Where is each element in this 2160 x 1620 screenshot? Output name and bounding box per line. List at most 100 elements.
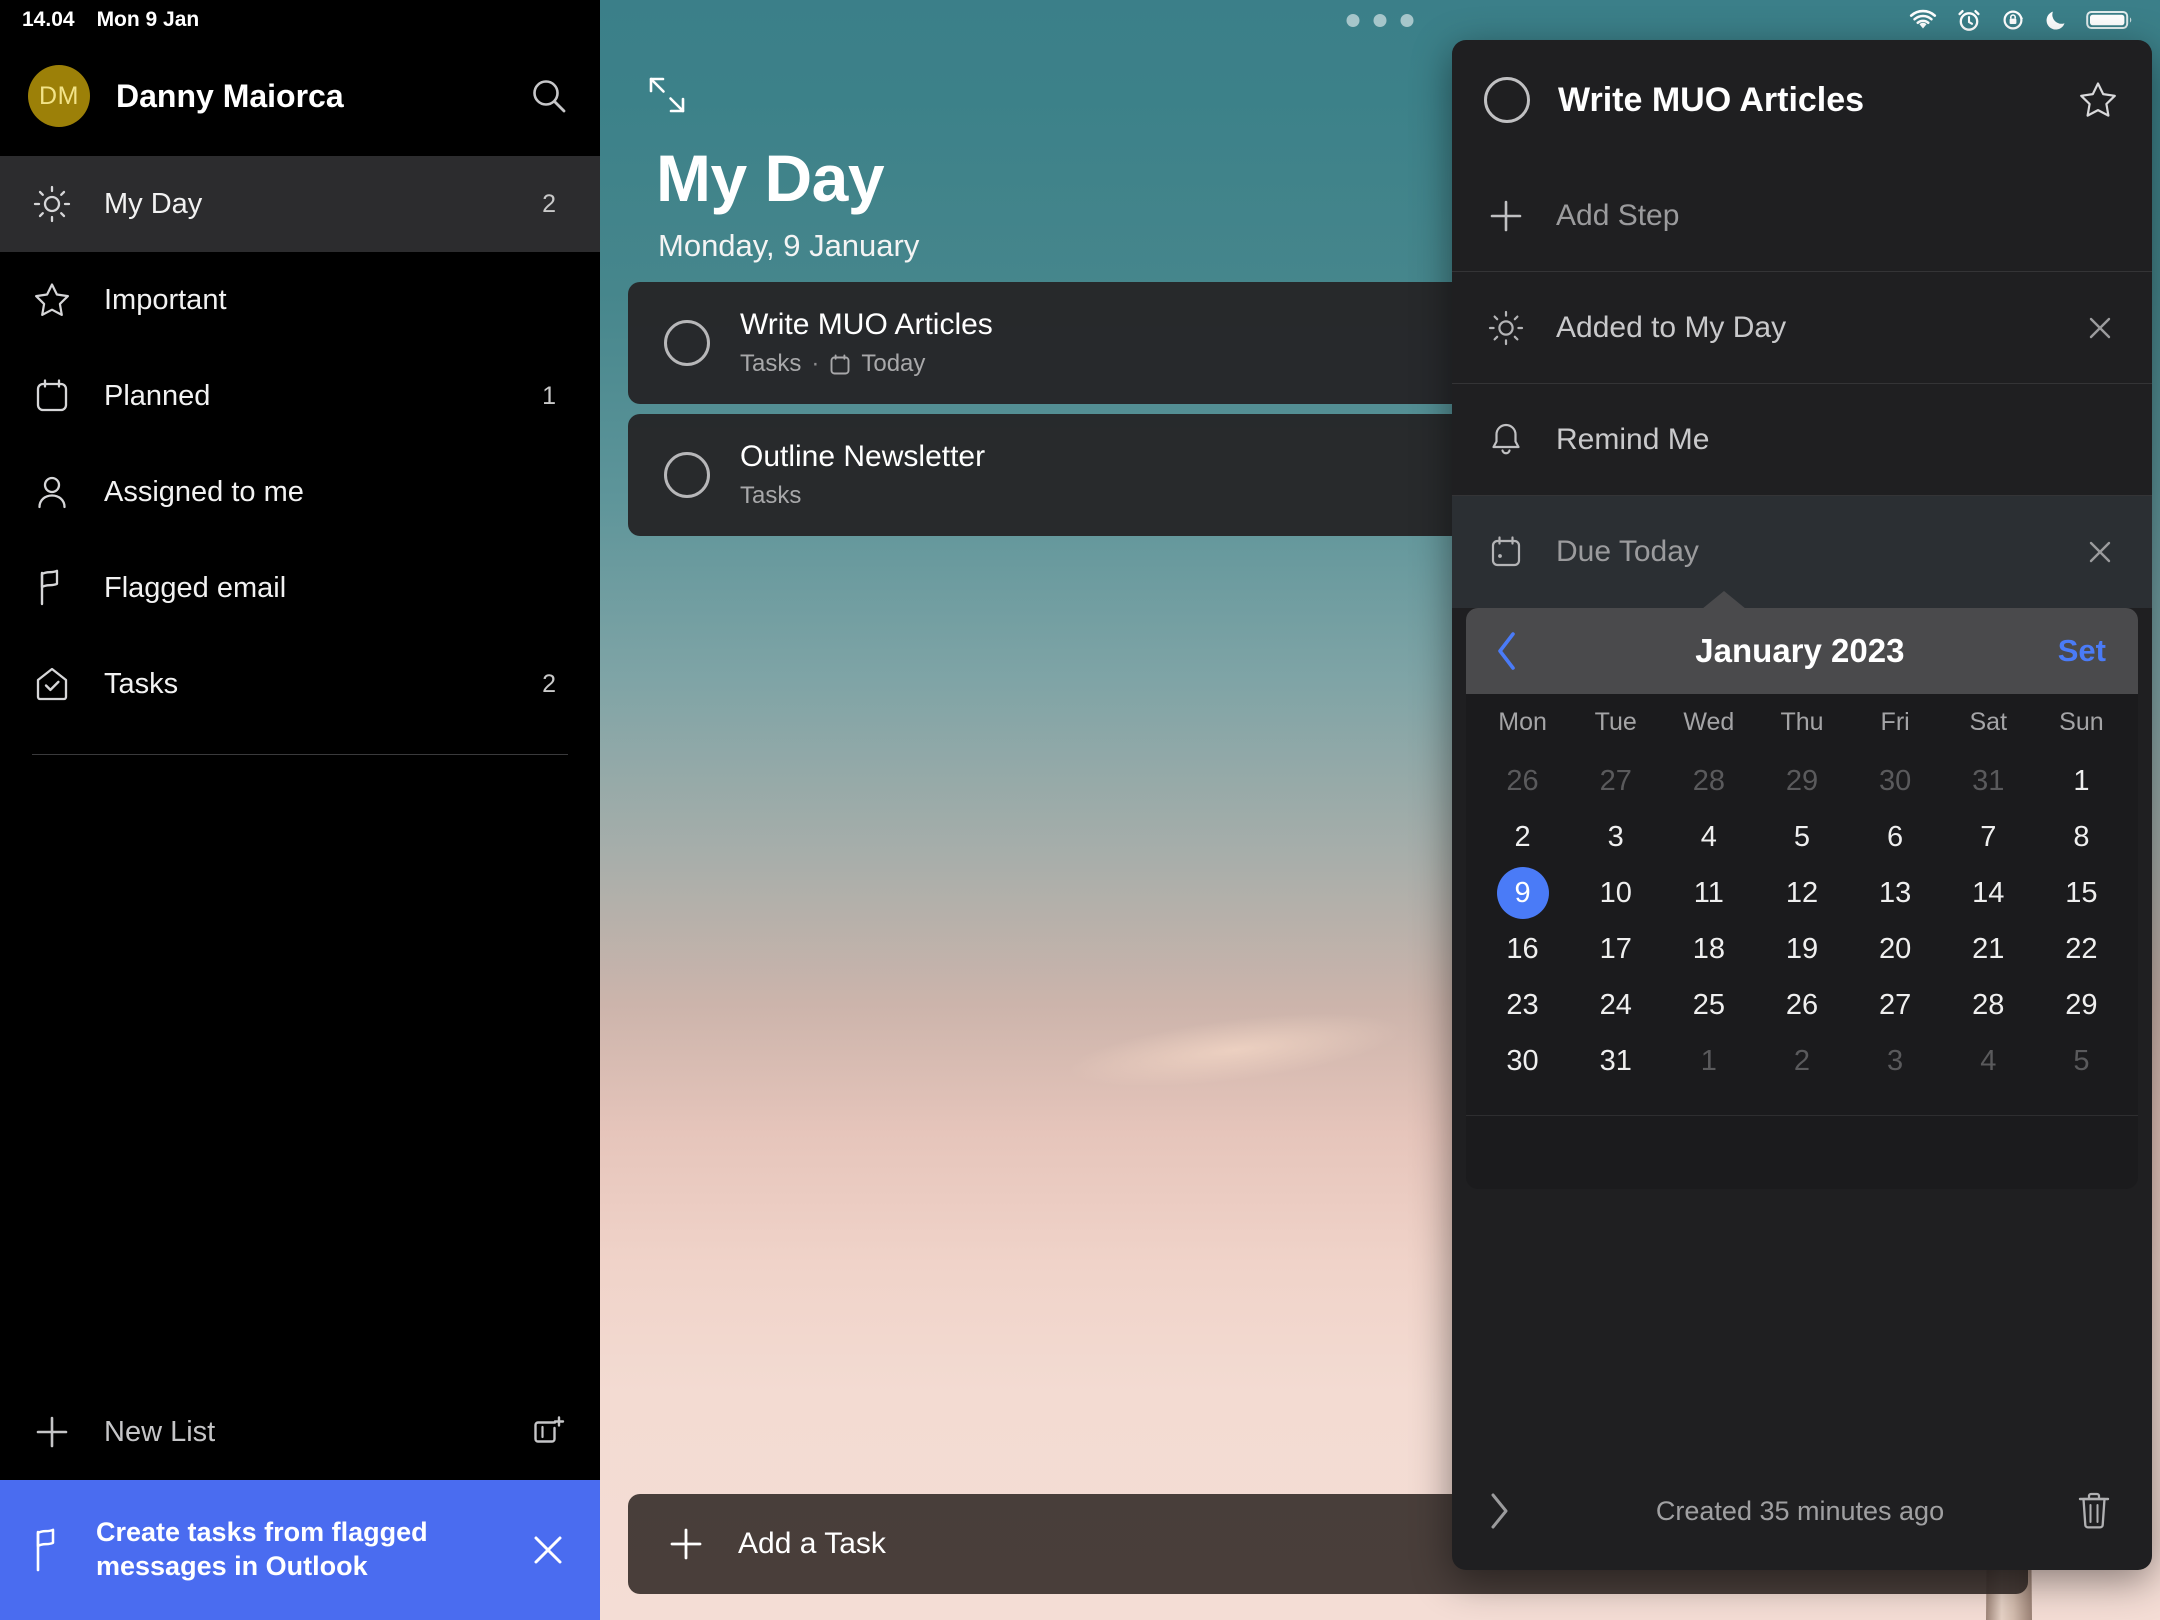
circle-unchecked-icon[interactable] bbox=[1484, 77, 1530, 123]
calendar-day[interactable]: 2 bbox=[1476, 809, 1569, 865]
sidebar-item-flagged-email[interactable]: Flagged email bbox=[0, 540, 600, 636]
calendar-day[interactable]: 11 bbox=[1662, 865, 1755, 921]
calendar-day[interactable]: 31 bbox=[1942, 753, 2035, 809]
calendar-set-button[interactable]: Set bbox=[2058, 633, 2112, 669]
calendar-day[interactable]: 27 bbox=[1849, 977, 1942, 1033]
calendar-day-label: 6 bbox=[1887, 820, 1904, 853]
circle-unchecked-icon[interactable] bbox=[664, 320, 710, 366]
detail-task-title[interactable]: Write MUO Articles bbox=[1558, 81, 2048, 120]
calendar-day[interactable]: 18 bbox=[1662, 921, 1755, 977]
star-outline-icon[interactable] bbox=[2076, 78, 2120, 122]
bell-icon bbox=[1484, 418, 1528, 462]
calendar-day[interactable]: 30 bbox=[1476, 1033, 1569, 1089]
expand-arrows-icon[interactable] bbox=[644, 72, 690, 118]
due-date-row[interactable]: Due Today bbox=[1452, 496, 2152, 608]
calendar-icon bbox=[30, 374, 74, 418]
sidebar-item-my-day[interactable]: My Day 2 bbox=[0, 156, 600, 252]
close-icon[interactable] bbox=[522, 1524, 574, 1576]
chevron-left-icon[interactable] bbox=[1492, 628, 1542, 674]
calendar-day-label: 25 bbox=[1692, 988, 1725, 1021]
sidebar-item-planned[interactable]: Planned 1 bbox=[0, 348, 600, 444]
search-icon[interactable] bbox=[526, 73, 572, 119]
sidebar-nav: My Day 2 Important Planned 1 Assigned to… bbox=[0, 156, 600, 732]
remind-me-row[interactable]: Remind Me bbox=[1452, 384, 2152, 496]
calendar-day[interactable]: 28 bbox=[1662, 753, 1755, 809]
calendar-day[interactable]: 3 bbox=[1849, 1033, 1942, 1089]
added-to-my-day-row[interactable]: Added to My Day bbox=[1452, 272, 2152, 384]
calendar-day[interactable]: 7 bbox=[1942, 809, 2035, 865]
calendar-day[interactable]: 6 bbox=[1849, 809, 1942, 865]
new-list-button[interactable]: New List bbox=[0, 1384, 600, 1480]
detail-footer: Created 35 minutes ago bbox=[1452, 1452, 2152, 1570]
calendar-day[interactable]: 16 bbox=[1476, 921, 1569, 977]
sidebar-item-tasks[interactable]: Tasks 2 bbox=[0, 636, 600, 732]
calendar-day[interactable]: 5 bbox=[1755, 809, 1848, 865]
house-check-icon bbox=[30, 662, 74, 706]
calendar-day-label: 30 bbox=[1878, 764, 1912, 797]
calendar-day[interactable]: 23 bbox=[1476, 977, 1569, 1033]
calendar-day-label: 5 bbox=[1793, 820, 1811, 853]
account-header[interactable]: DM Danny Maiorca bbox=[0, 40, 600, 152]
sidebar-item-assigned-to-me[interactable]: Assigned to me bbox=[0, 444, 600, 540]
calendar-day-label: 4 bbox=[1980, 1044, 1997, 1077]
calendar-day-label: 11 bbox=[1693, 876, 1724, 909]
promo-line1: Create tasks from flagged bbox=[96, 1517, 428, 1548]
calendar-day[interactable]: 26 bbox=[1476, 753, 1569, 809]
calendar-day[interactable]: 24 bbox=[1569, 977, 1662, 1033]
outlook-flagged-promo-banner[interactable]: Create tasks from flagged messages in Ou… bbox=[0, 1480, 600, 1620]
close-icon[interactable] bbox=[2080, 532, 2120, 572]
calendar-day[interactable]: 30 bbox=[1849, 753, 1942, 809]
sidebar-item-label: My Day bbox=[104, 187, 203, 220]
page-subtitle: Monday, 9 January bbox=[658, 228, 920, 263]
calendar-day[interactable]: 14 bbox=[1942, 865, 2035, 921]
account-name: Danny Maiorca bbox=[116, 77, 344, 114]
trash-icon[interactable] bbox=[2070, 1489, 2118, 1533]
wifi-icon bbox=[1908, 8, 1938, 32]
circle-unchecked-icon[interactable] bbox=[664, 452, 710, 498]
calendar-day[interactable]: 4 bbox=[1662, 809, 1755, 865]
sidebar-item-label: Planned bbox=[104, 379, 211, 412]
calendar-day[interactable]: 1 bbox=[2035, 753, 2128, 809]
calendar-day[interactable]: 3 bbox=[1569, 809, 1662, 865]
calendar-day-selected[interactable]: 9 bbox=[1476, 865, 1569, 921]
calendar-day[interactable]: 28 bbox=[1942, 977, 2035, 1033]
calendar-day-label: 24 bbox=[1599, 988, 1632, 1021]
add-step-row[interactable]: Add Step bbox=[1452, 160, 2152, 272]
calendar-day[interactable]: 26 bbox=[1755, 977, 1848, 1033]
day-header: Sun bbox=[2059, 708, 2104, 736]
calendar-day[interactable]: 5 bbox=[2035, 1033, 2128, 1089]
calendar-day-label: 28 bbox=[1972, 988, 2005, 1021]
multitasking-dots[interactable] bbox=[1346, 14, 1414, 27]
calendar-day-headers: Mon Tue Wed Thu Fri Sat Sun bbox=[1466, 694, 2138, 747]
calendar-footer-space bbox=[1466, 1115, 2138, 1189]
avatar[interactable]: DM bbox=[28, 65, 90, 127]
calendar-day[interactable]: 22 bbox=[2035, 921, 2128, 977]
calendar-day[interactable]: 13 bbox=[1849, 865, 1942, 921]
calendar-day[interactable]: 4 bbox=[1942, 1033, 2035, 1089]
calendar-day[interactable]: 31 bbox=[1569, 1033, 1662, 1089]
calendar-day[interactable]: 27 bbox=[1569, 753, 1662, 809]
due-date-label: Due Today bbox=[1556, 535, 1699, 568]
calendar-day[interactable]: 2 bbox=[1755, 1033, 1848, 1089]
calendar-day[interactable]: 12 bbox=[1755, 865, 1848, 921]
calendar-day[interactable]: 17 bbox=[1569, 921, 1662, 977]
calendar-day[interactable]: 19 bbox=[1755, 921, 1848, 977]
sidebar-item-important[interactable]: Important bbox=[0, 252, 600, 348]
calendar-day[interactable]: 1 bbox=[1662, 1033, 1755, 1089]
add-step-label: Add Step bbox=[1556, 198, 1680, 232]
close-icon[interactable] bbox=[2080, 308, 2120, 348]
calendar-day-label: 19 bbox=[1785, 932, 1819, 965]
new-list-group-icon[interactable] bbox=[524, 1409, 570, 1455]
calendar-day[interactable]: 8 bbox=[2035, 809, 2128, 865]
calendar-day[interactable]: 20 bbox=[1849, 921, 1942, 977]
calendar-day[interactable]: 10 bbox=[1569, 865, 1662, 921]
calendar-day[interactable]: 29 bbox=[2035, 977, 2128, 1033]
calendar-day-label: 7 bbox=[1980, 820, 1997, 853]
calendar-day[interactable]: 21 bbox=[1942, 921, 2035, 977]
calendar-day[interactable]: 25 bbox=[1662, 977, 1755, 1033]
calendar-day[interactable]: 29 bbox=[1755, 753, 1848, 809]
chevron-right-icon[interactable] bbox=[1486, 1490, 1530, 1532]
detail-header: Write MUO Articles bbox=[1452, 40, 2152, 160]
calendar-day[interactable]: 15 bbox=[2035, 865, 2128, 921]
calendar-day-label: 26 bbox=[1506, 764, 1539, 797]
